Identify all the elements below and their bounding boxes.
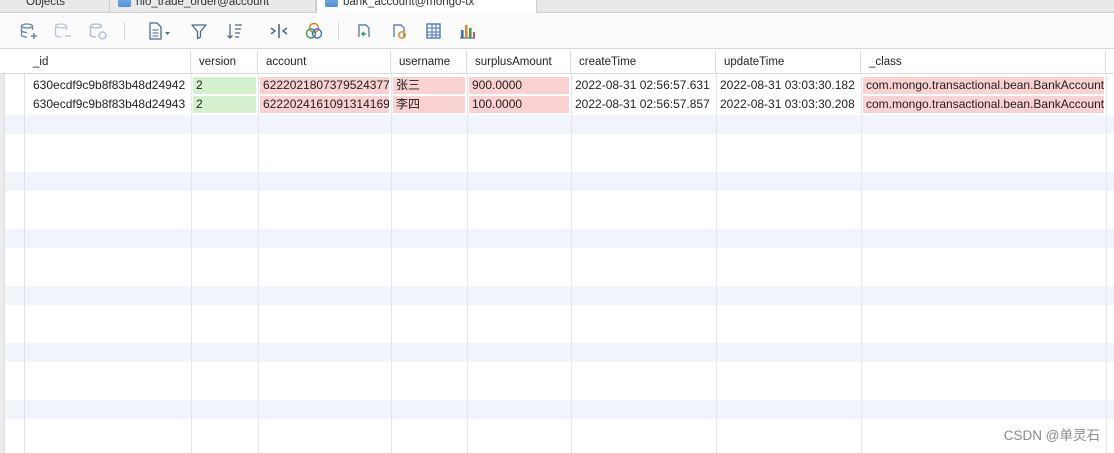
refresh-icon [89, 23, 107, 40]
toolbar-separator [124, 22, 125, 40]
column-divider [1106, 74, 1107, 453]
cell-surplus-amount[interactable]: 100.0000 [469, 96, 569, 113]
row-stripe [5, 286, 1114, 305]
table-row[interactable]: 630ecdf9c9b8f83b48d24943 2 6222024161091… [0, 95, 1114, 114]
color-button[interactable] [303, 20, 325, 42]
cell-version[interactable]: 2 [193, 96, 256, 113]
funnel-icon [191, 24, 207, 40]
circles-icon [305, 22, 323, 39]
cell-create-time[interactable]: 2022-08-31 02:56:57.631 [572, 77, 715, 94]
cell-surplus-amount[interactable]: 900.0000 [469, 77, 569, 94]
column-header-version[interactable]: version [191, 50, 258, 74]
column-width-button[interactable] [268, 20, 290, 42]
delete-record-button[interactable] [52, 20, 74, 42]
row-stripe [5, 343, 1114, 362]
chart-button[interactable] [456, 20, 478, 42]
column-header-account[interactable]: account [258, 50, 391, 74]
cell-create-time[interactable]: 2022-08-31 02:56:57.857 [572, 96, 715, 113]
column-divider [191, 74, 192, 453]
column-header-surplus-amount[interactable]: surplusAmount [467, 50, 571, 74]
cell-username[interactable]: 张三 [393, 77, 465, 94]
toolbar-separator [338, 22, 339, 40]
column-header-username[interactable]: username [391, 50, 467, 74]
cell-username[interactable]: 李四 [393, 96, 465, 113]
column-divider [861, 74, 862, 453]
database-minus-icon [54, 23, 71, 38]
row-stripe [5, 229, 1114, 248]
bar-chart-icon [460, 25, 475, 39]
data-grid: _id version account username surplusAmou… [0, 50, 1114, 453]
cell-class[interactable]: com.mongo.transactional.bean.BankAccount [863, 96, 1104, 113]
collection-icon [118, 0, 131, 7]
export-button[interactable] [145, 20, 173, 42]
undo-button[interactable] [353, 20, 375, 42]
column-divider [258, 74, 259, 453]
column-divider [716, 74, 717, 453]
tab-bank-account[interactable]: bank_account@mongo-tx [316, 0, 537, 13]
column-header-create-time[interactable]: createTime [571, 50, 716, 74]
watermark: CSDN @单灵石 [1003, 428, 1100, 443]
database-plus-icon [20, 23, 37, 39]
refresh-button[interactable] [87, 20, 109, 42]
navicat-collection-viewer: Objects nio_trade_order@account bank_acc… [0, 0, 1114, 453]
cell-update-time[interactable]: 2022-08-31 03:03:30.182 [717, 77, 860, 94]
document-dropdown-icon [149, 22, 170, 40]
collection-icon [325, 0, 338, 7]
cell-class[interactable]: com.mongo.transactional.bean.BankAccount [863, 77, 1104, 94]
table-row[interactable]: 630ecdf9c9b8f83b48d24942 2 6222021807379… [0, 76, 1114, 95]
row-stripe [5, 115, 1114, 134]
column-header-row: _id version account username surplusAmou… [0, 50, 1114, 74]
sort-button[interactable] [224, 20, 246, 42]
column-header-update-time[interactable]: updateTime [716, 50, 861, 74]
grid-view-button[interactable] [423, 20, 445, 42]
cell-update-time[interactable]: 2022-08-31 03:03:30.208 [717, 96, 860, 113]
collapse-columns-icon [270, 24, 288, 38]
column-header-id[interactable]: _id [25, 50, 191, 74]
cell-id[interactable]: 630ecdf9c9b8f83b48d24942 [25, 77, 191, 94]
tab-label: nio_trade_order@account [136, 0, 270, 8]
add-record-button[interactable] [18, 20, 40, 42]
tab-label: Objects [26, 0, 65, 8]
toolbar [0, 13, 1114, 49]
tab-nio-trade-order[interactable]: nio_trade_order@account [110, 0, 316, 12]
revert-button[interactable] [388, 20, 410, 42]
tab-objects[interactable]: Objects [0, 0, 110, 12]
tab-label: bank_account@mongo-tx [343, 0, 475, 8]
undo-icon [358, 24, 370, 37]
filter-button[interactable] [188, 20, 210, 42]
cell-version[interactable]: 2 [193, 77, 256, 94]
sort-icon [227, 24, 242, 39]
cell-account[interactable]: 6222021807379524377 [260, 77, 389, 94]
column-header-class[interactable]: _class [861, 50, 1106, 74]
revert-icon [393, 24, 406, 39]
row-stripe [5, 172, 1114, 191]
column-divider [571, 74, 572, 453]
column-divider [391, 74, 392, 453]
column-divider [467, 74, 468, 453]
grid-view-icon [426, 23, 441, 39]
row-stripe [5, 400, 1114, 419]
tab-strip: Objects nio_trade_order@account bank_acc… [0, 0, 1114, 13]
cell-account[interactable]: 6222024161091314169 [260, 96, 389, 113]
cell-id[interactable]: 630ecdf9c9b8f83b48d24943 [25, 96, 191, 113]
